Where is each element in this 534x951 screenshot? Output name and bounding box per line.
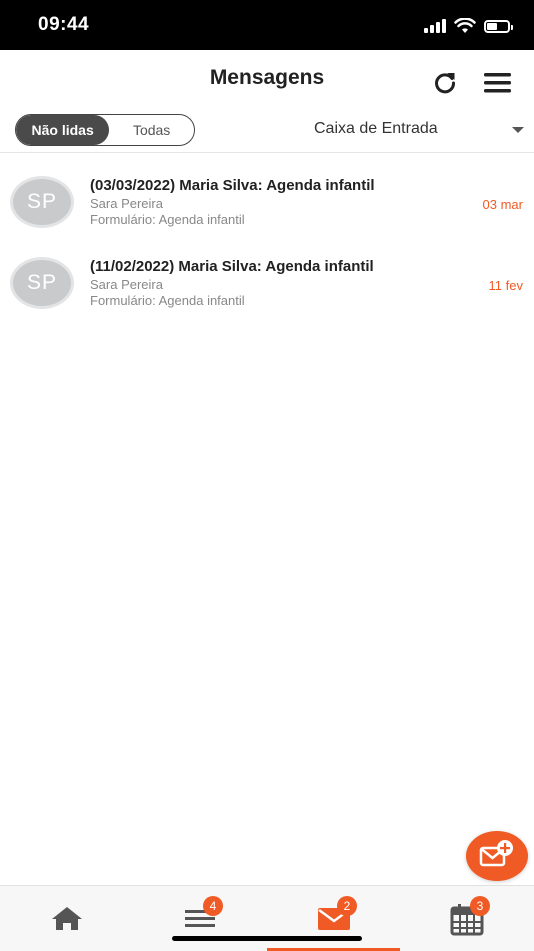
message-list: SP (03/03/2022) Maria Silva: Agenda infa… (0, 160, 534, 322)
list-badge: 4 (203, 896, 223, 916)
message-form: Formulário: Agenda infantil (90, 212, 245, 227)
status-icons (424, 16, 513, 36)
messages-badge: 2 (337, 896, 357, 916)
folder-dropdown[interactable]: Caixa de Entrada (314, 120, 534, 142)
message-sender: Sara Pereira (90, 277, 163, 292)
message-date: 11 fev (488, 278, 523, 293)
message-subject: (11/02/2022) Maria Silva: Agenda infanti… (90, 258, 374, 275)
message-form: Formulário: Agenda infantil (90, 293, 245, 308)
message-item[interactable]: SP (11/02/2022) Maria Silva: Agenda infa… (0, 241, 534, 322)
home-icon (51, 907, 82, 930)
status-time: 09:44 (38, 14, 90, 35)
signal-icon (424, 19, 446, 33)
header: Mensagens (0, 50, 534, 110)
message-subject: (03/03/2022) Maria Silva: Agenda infanti… (90, 177, 375, 194)
message-item[interactable]: SP (03/03/2022) Maria Silva: Agenda infa… (0, 160, 534, 241)
folder-label: Caixa de Entrada (314, 120, 438, 137)
segment-unread[interactable]: Não lidas (16, 115, 110, 145)
tab-list[interactable]: 4 (133, 886, 266, 951)
home-indicator (172, 936, 362, 941)
tab-messages[interactable]: 2 (267, 886, 400, 951)
status-bar: 09:44 (0, 0, 534, 50)
refresh-icon (435, 73, 456, 94)
menu-button[interactable] (482, 68, 514, 98)
tab-calendar[interactable]: 3 (400, 886, 533, 951)
read-filter-toggle: Não lidas Todas (15, 114, 195, 146)
segment-all[interactable]: Todas (109, 115, 194, 145)
tab-bar: 4 2 3 (0, 885, 534, 951)
refresh-button[interactable] (430, 68, 460, 98)
filter-bar: Não lidas Todas Caixa de Entrada (0, 110, 534, 153)
hamburger-menu-icon (484, 73, 511, 93)
compose-message-button[interactable] (466, 831, 528, 881)
caret-down-icon (512, 127, 524, 133)
avatar: SP (10, 257, 74, 309)
battery-icon (484, 19, 513, 33)
calendar-badge: 3 (470, 896, 490, 916)
wifi-icon (454, 18, 476, 33)
avatar: SP (10, 176, 74, 228)
tab-home[interactable] (0, 886, 133, 951)
message-date: 03 mar (482, 197, 523, 212)
message-sender: Sara Pereira (90, 196, 163, 211)
compose-message-icon (479, 840, 513, 867)
